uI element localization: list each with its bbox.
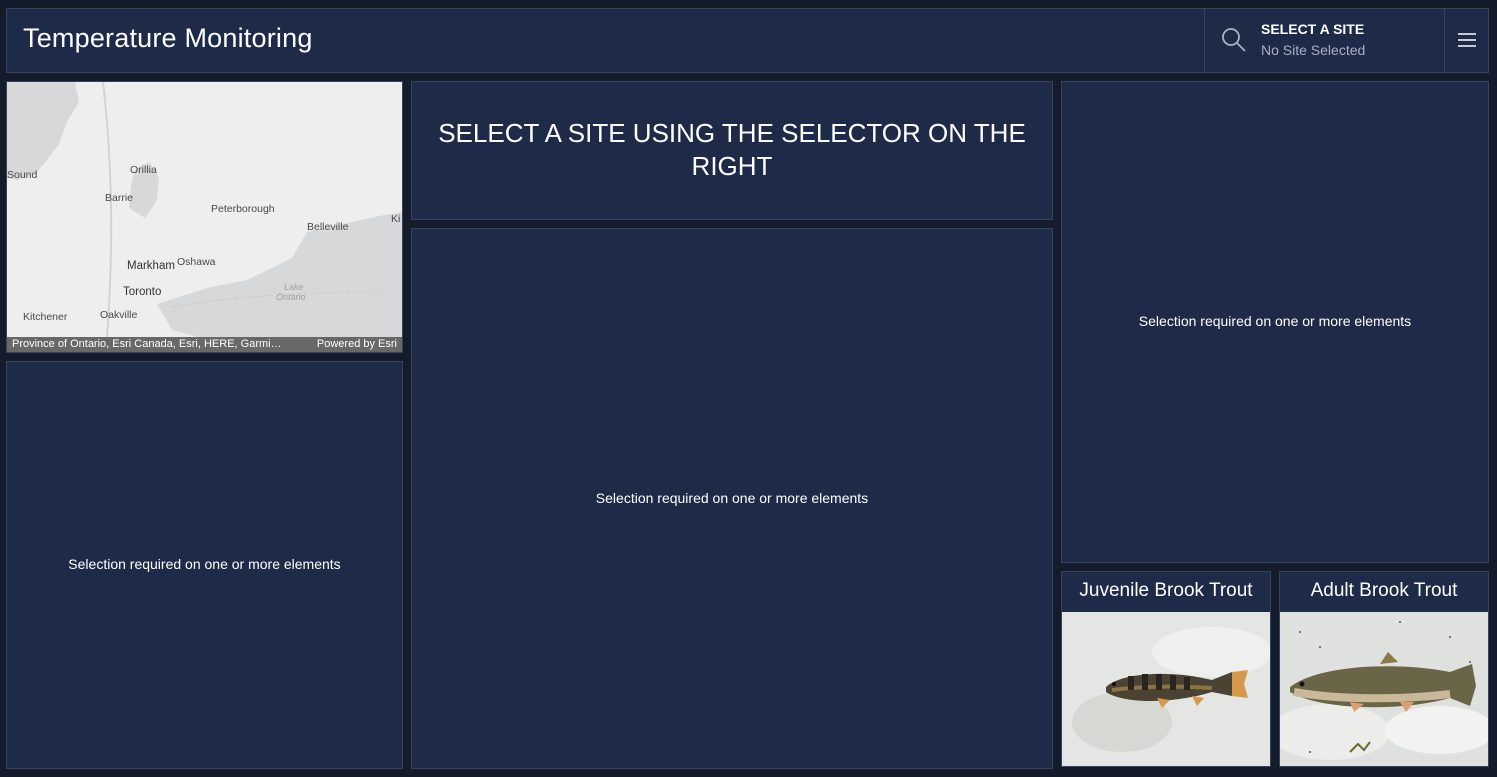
menu-icon <box>1458 33 1476 47</box>
site-selector[interactable]: SELECT A SITE No Site Selected <box>1204 9 1444 72</box>
map-place-barrie: Barrie <box>105 192 133 204</box>
map-attribution: Province of Ontario, Esri Canada, Esri, … <box>7 337 402 352</box>
center-chart-panel: Selection required on one or more elemen… <box>411 228 1053 769</box>
app-title: Temperature Monitoring <box>23 23 313 53</box>
search-icon <box>1222 28 1246 52</box>
map-view[interactable]: Sound Orillia Barrie Peterborough Bellev… <box>6 81 403 353</box>
juvenile-trout-image <box>1062 612 1270 766</box>
adult-trout-image <box>1280 612 1488 766</box>
selector-label: SELECT A SITE <box>1261 21 1365 37</box>
map-place-orillia: Orillia <box>130 164 157 176</box>
map-place-oakville: Oakville <box>100 309 138 321</box>
selection-required-message: Selection required on one or more elemen… <box>1138 313 1412 329</box>
map-place-ki: Ki <box>391 213 400 225</box>
instruction-panel: SELECT A SITE USING THE SELECTOR ON THE … <box>411 81 1053 220</box>
selection-required-message: Selection required on one or more elemen… <box>68 556 341 572</box>
adult-trout-title: Adult Brook Trout <box>1310 580 1458 601</box>
map-place-markham: Markham <box>127 260 175 272</box>
map-place-ontario: Ontario <box>276 292 306 302</box>
page-heading: SELECT A SITE USING THE SELECTOR ON THE … <box>438 118 1026 181</box>
selection-required-message: Selection required on one or more elemen… <box>595 490 869 506</box>
powered-by-esri[interactable]: Powered by Esri <box>317 337 397 352</box>
map-place-sound: Sound <box>7 169 38 181</box>
map-place-lake: Lake <box>284 282 304 292</box>
basemap: Sound Orillia Barrie Peterborough Bellev… <box>7 82 402 352</box>
juvenile-trout-title: Juvenile Brook Trout <box>1079 580 1253 601</box>
right-chart-panel: Selection required on one or more elemen… <box>1061 81 1489 563</box>
map-place-toronto: Toronto <box>123 286 161 298</box>
map-place-kitchener: Kitchener <box>23 311 68 323</box>
map-place-belleville: Belleville <box>307 221 349 233</box>
attribution-text[interactable]: Province of Ontario, Esri Canada, Esri, … <box>12 337 282 352</box>
adult-trout-card: Adult Brook Trout <box>1279 571 1489 767</box>
selector-value: No Site Selected <box>1261 42 1366 58</box>
map-place-peterborough: Peterborough <box>211 203 275 215</box>
juvenile-trout-card: Juvenile Brook Trout <box>1061 571 1271 767</box>
left-chart-panel: Selection required on one or more elemen… <box>6 361 403 769</box>
header-bar: Temperature Monitoring SELECT A SITE No … <box>6 8 1489 73</box>
menu-button[interactable] <box>1444 9 1488 72</box>
map-place-oshawa: Oshawa <box>177 256 216 268</box>
